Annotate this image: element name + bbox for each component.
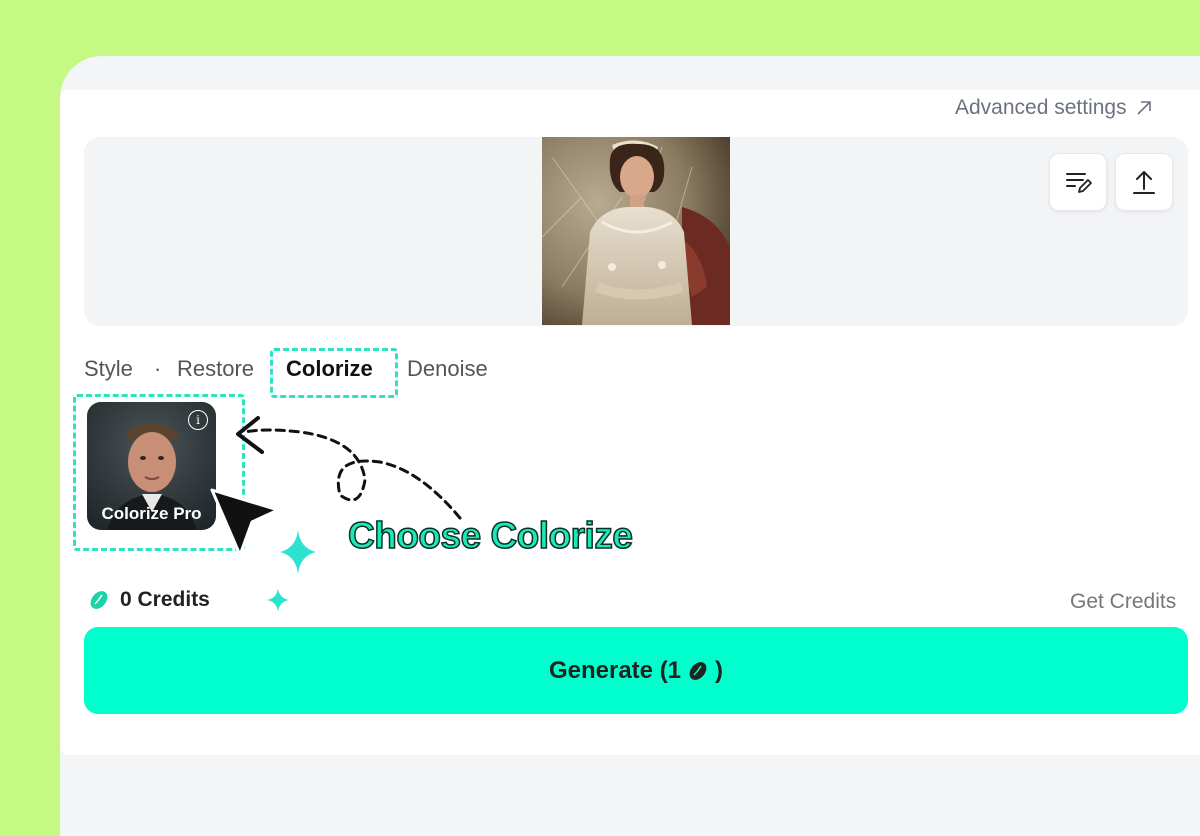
advanced-settings-link[interactable]: Advanced settings bbox=[955, 96, 1153, 120]
uploaded-photo bbox=[542, 137, 730, 325]
generate-label: Generate (1 bbox=[548, 656, 682, 684]
bean-icon bbox=[689, 661, 707, 680]
credits-amount: 0 Credits bbox=[120, 588, 210, 611]
choose-colorize-annotation: Choose Colorize bbox=[347, 514, 633, 557]
colorize-tab-highlight bbox=[270, 348, 398, 398]
generate-button[interactable]: Generate (1 ) bbox=[84, 627, 1188, 714]
arrow-up-right-icon bbox=[1137, 101, 1151, 115]
tab-restore[interactable]: Restore bbox=[177, 356, 254, 382]
model-card-highlight bbox=[73, 394, 245, 551]
generate-suffix: ) bbox=[715, 656, 724, 684]
credits-balance: 0 Credits bbox=[88, 588, 210, 612]
upload-button[interactable] bbox=[1115, 153, 1173, 211]
edit-list-icon bbox=[1066, 173, 1092, 193]
tab-denoise[interactable]: Denoise bbox=[407, 356, 488, 382]
edit-prompt-button[interactable] bbox=[1049, 153, 1107, 211]
upload-icon bbox=[1133, 171, 1155, 194]
tab-style[interactable]: Style bbox=[84, 356, 133, 382]
bean-icon bbox=[90, 591, 108, 609]
get-credits-link[interactable]: Get Credits bbox=[1070, 590, 1176, 614]
advanced-settings-label: Advanced settings bbox=[955, 96, 1127, 119]
tab-separator: · bbox=[154, 356, 162, 381]
